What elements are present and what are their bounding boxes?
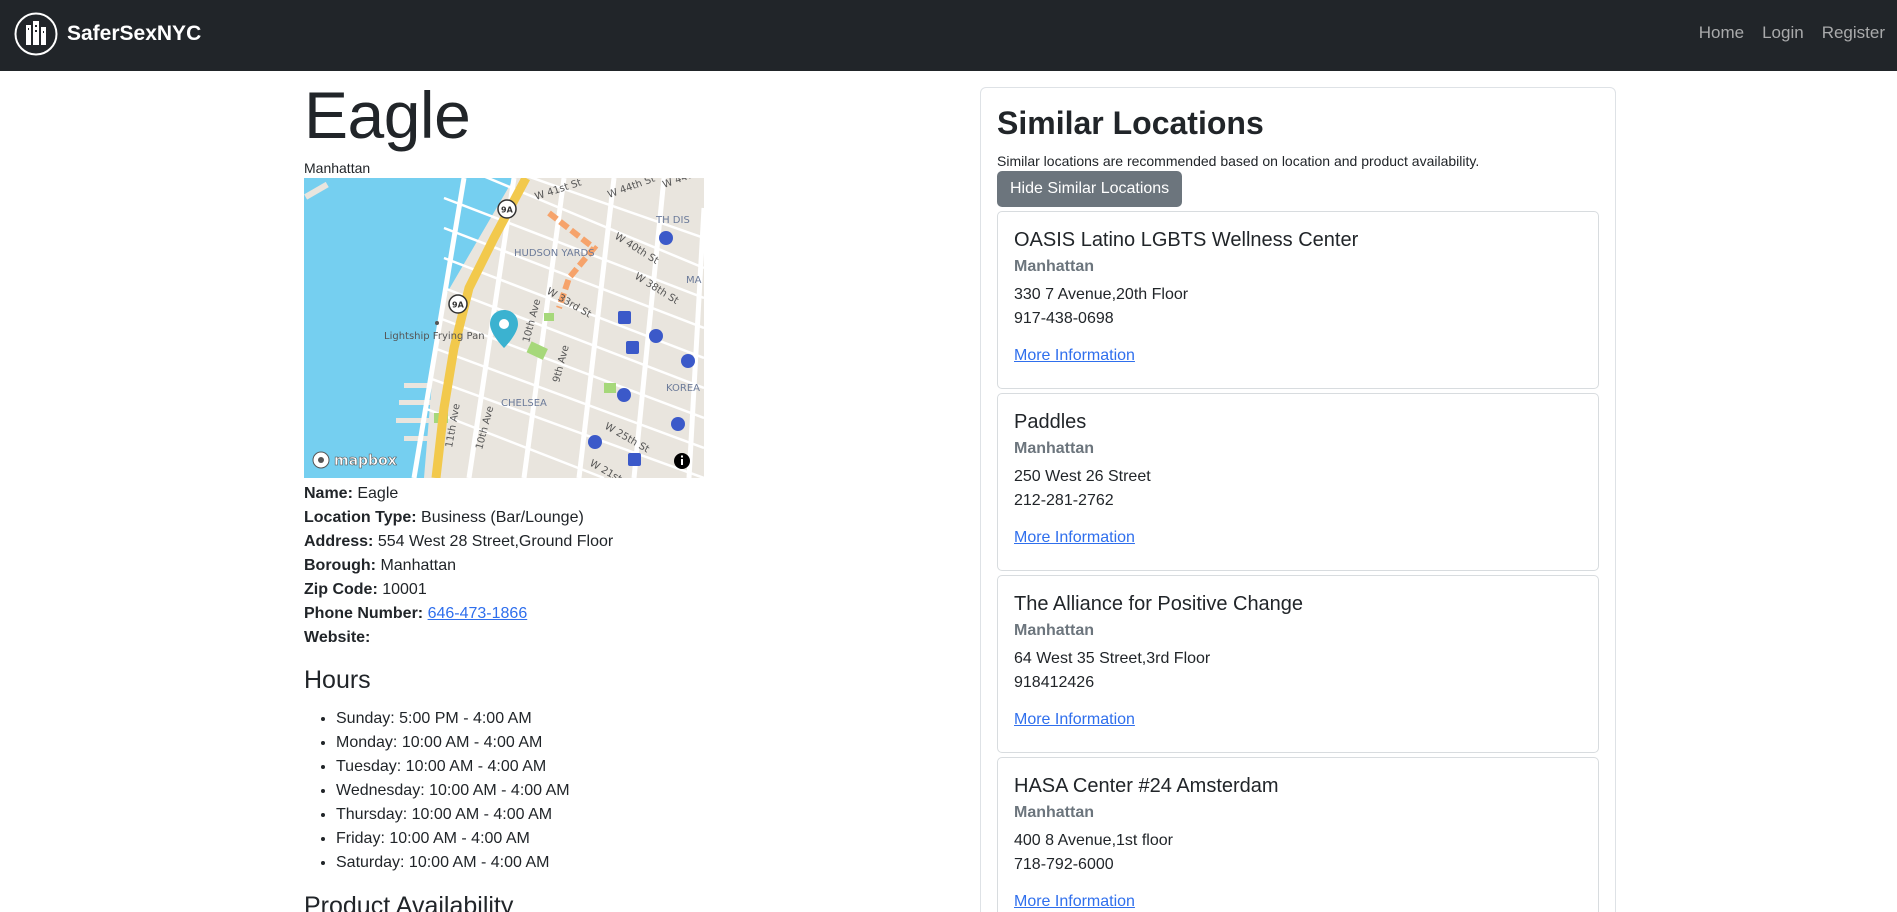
detail-name-value: Eagle <box>357 485 399 502</box>
map-label-korea: KOREA <box>666 383 700 394</box>
detail-zip-label: Zip Code: <box>304 581 378 598</box>
more-information-link[interactable]: More Information <box>1014 347 1135 365</box>
card-title: OASIS Latino LGBTS Wellness Center <box>1014 229 1359 252</box>
card-borough: Manhattan <box>1014 804 1094 822</box>
detail-zip-value: 10001 <box>382 581 427 598</box>
detail-name: Name: Eagle <box>304 482 944 506</box>
more-information-link[interactable]: More Information <box>1014 893 1135 911</box>
navbar: SaferSexNYC Home Login Register <box>0 0 1897 71</box>
detail-borough-label: Borough: <box>304 557 376 574</box>
card-phone: 718-792-6000 <box>1014 856 1114 874</box>
hide-similar-locations-button[interactable]: Hide Similar Locations <box>997 171 1183 208</box>
nav-links: Home Login Register <box>1681 23 1885 43</box>
detail-phone-label: Phone Number: <box>304 605 424 622</box>
nav-login[interactable]: Login <box>1762 23 1804 43</box>
detail-type-label: Location Type: <box>304 509 417 526</box>
mapbox-logo[interactable]: mapbox <box>312 451 397 469</box>
hours-item: Saturday: 10:00 AM - 4:00 AM <box>336 851 944 875</box>
route-shield-label: 9A <box>501 206 514 215</box>
card-borough: Manhattan <box>1014 258 1094 276</box>
detail-website-label: Website: <box>304 629 371 646</box>
similar-location-card: Paddles Manhattan 250 West 26 Street 212… <box>997 393 1599 572</box>
location-map[interactable]: HUDSON YARDS CHELSEA TH DIS MA KOREA W 4… <box>304 178 704 478</box>
map-label-chelsea: CHELSEA <box>501 398 547 409</box>
hours-item: Wednesday: 10:00 AM - 4:00 AM <box>336 779 944 803</box>
product-availability-heading: Product Availability <box>304 892 514 912</box>
card-title: The Alliance for Positive Change <box>1014 593 1304 616</box>
similar-locations-description: Similar locations are recommended based … <box>997 153 1480 170</box>
detail-type-value: Business (Bar/Lounge) <box>421 509 584 526</box>
detail-address: Address: 554 West 28 Street,Ground Floor <box>304 530 944 554</box>
hours-item: Monday: 10:00 AM - 4:00 AM <box>336 731 944 755</box>
mapbox-wordmark: mapbox <box>334 453 397 469</box>
card-address: 330 7 Avenue,20th Floor <box>1014 286 1189 304</box>
hours-item: Thursday: 10:00 AM - 4:00 AM <box>336 803 944 827</box>
map-info-icon[interactable] <box>674 453 690 469</box>
card-address: 64 West 35 Street,3rd Floor <box>1014 650 1211 668</box>
card-title: Paddles <box>1014 411 1087 434</box>
similar-location-card: HASA Center #24 Amsterdam Manhattan 400 … <box>997 757 1599 912</box>
map-label-lightship: Lightship Frying Pan <box>384 331 485 342</box>
detail-address-value: 554 West 28 Street,Ground Floor <box>377 533 614 550</box>
detail-zip: Zip Code: 10001 <box>304 578 944 602</box>
nav-register[interactable]: Register <box>1822 23 1885 43</box>
similar-location-card: OASIS Latino LGBTS Wellness Center Manha… <box>997 211 1599 390</box>
card-phone: 212-281-2762 <box>1014 492 1114 510</box>
more-information-link[interactable]: More Information <box>1014 529 1135 547</box>
map-label-ma: MA <box>686 275 702 286</box>
detail-name-label: Name: <box>304 485 353 502</box>
map-poi-dot <box>435 321 439 325</box>
similar-locations-panel: Similar Locations Similar locations are … <box>980 87 1616 912</box>
more-information-link[interactable]: More Information <box>1014 711 1135 729</box>
detail-borough-value: Manhattan <box>380 557 457 574</box>
detail-website: Website: <box>304 626 944 650</box>
location-borough-subtitle: Manhattan <box>304 160 371 176</box>
card-phone: 918412426 <box>1014 674 1095 692</box>
card-borough: Manhattan <box>1014 622 1094 640</box>
hours-item: Friday: 10:00 AM - 4:00 AM <box>336 827 944 851</box>
nav-home[interactable]: Home <box>1699 23 1744 43</box>
hours-item: Sunday: 5:00 PM - 4:00 AM <box>336 707 944 731</box>
location-detail: Eagle Manhattan HUDSON YARDS CHELSEA TH … <box>304 71 944 912</box>
brand[interactable]: SaferSexNYC <box>14 12 201 56</box>
card-borough: Manhattan <box>1014 440 1094 458</box>
hours-heading: Hours <box>304 666 371 694</box>
phone-link[interactable]: 646-473-1866 <box>428 605 528 622</box>
location-details: Name: Eagle Location Type: Business (Bar… <box>304 482 944 650</box>
card-address: 250 West 26 Street <box>1014 468 1151 486</box>
map-label-hudson-yards: HUDSON YARDS <box>514 248 595 259</box>
similar-location-card: The Alliance for Positive Change Manhatt… <box>997 575 1599 754</box>
brand-name: SaferSexNYC <box>67 22 202 45</box>
hours-item: Tuesday: 10:00 AM - 4:00 AM <box>336 755 944 779</box>
detail-address-label: Address: <box>304 533 374 550</box>
similar-locations-title: Similar Locations <box>997 105 1264 141</box>
card-title: HASA Center #24 Amsterdam <box>1014 775 1279 798</box>
card-phone: 917-438-0698 <box>1014 310 1114 328</box>
brand-logo-icon <box>14 12 58 56</box>
route-shield-label-2: 9A <box>452 301 465 310</box>
detail-type: Location Type: Business (Bar/Lounge) <box>304 506 944 530</box>
detail-borough: Borough: Manhattan <box>304 554 944 578</box>
detail-phone: Phone Number: 646-473-1866 <box>304 602 944 626</box>
page-title: Eagle <box>304 78 471 152</box>
map-label-th-dis: TH DIS <box>655 215 690 226</box>
card-address: 400 8 Avenue,1st floor <box>1014 832 1173 850</box>
hours-list: Sunday: 5:00 PM - 4:00 AM Monday: 10:00 … <box>336 707 944 875</box>
map-canvas[interactable]: HUDSON YARDS CHELSEA TH DIS MA KOREA W 4… <box>304 178 704 478</box>
